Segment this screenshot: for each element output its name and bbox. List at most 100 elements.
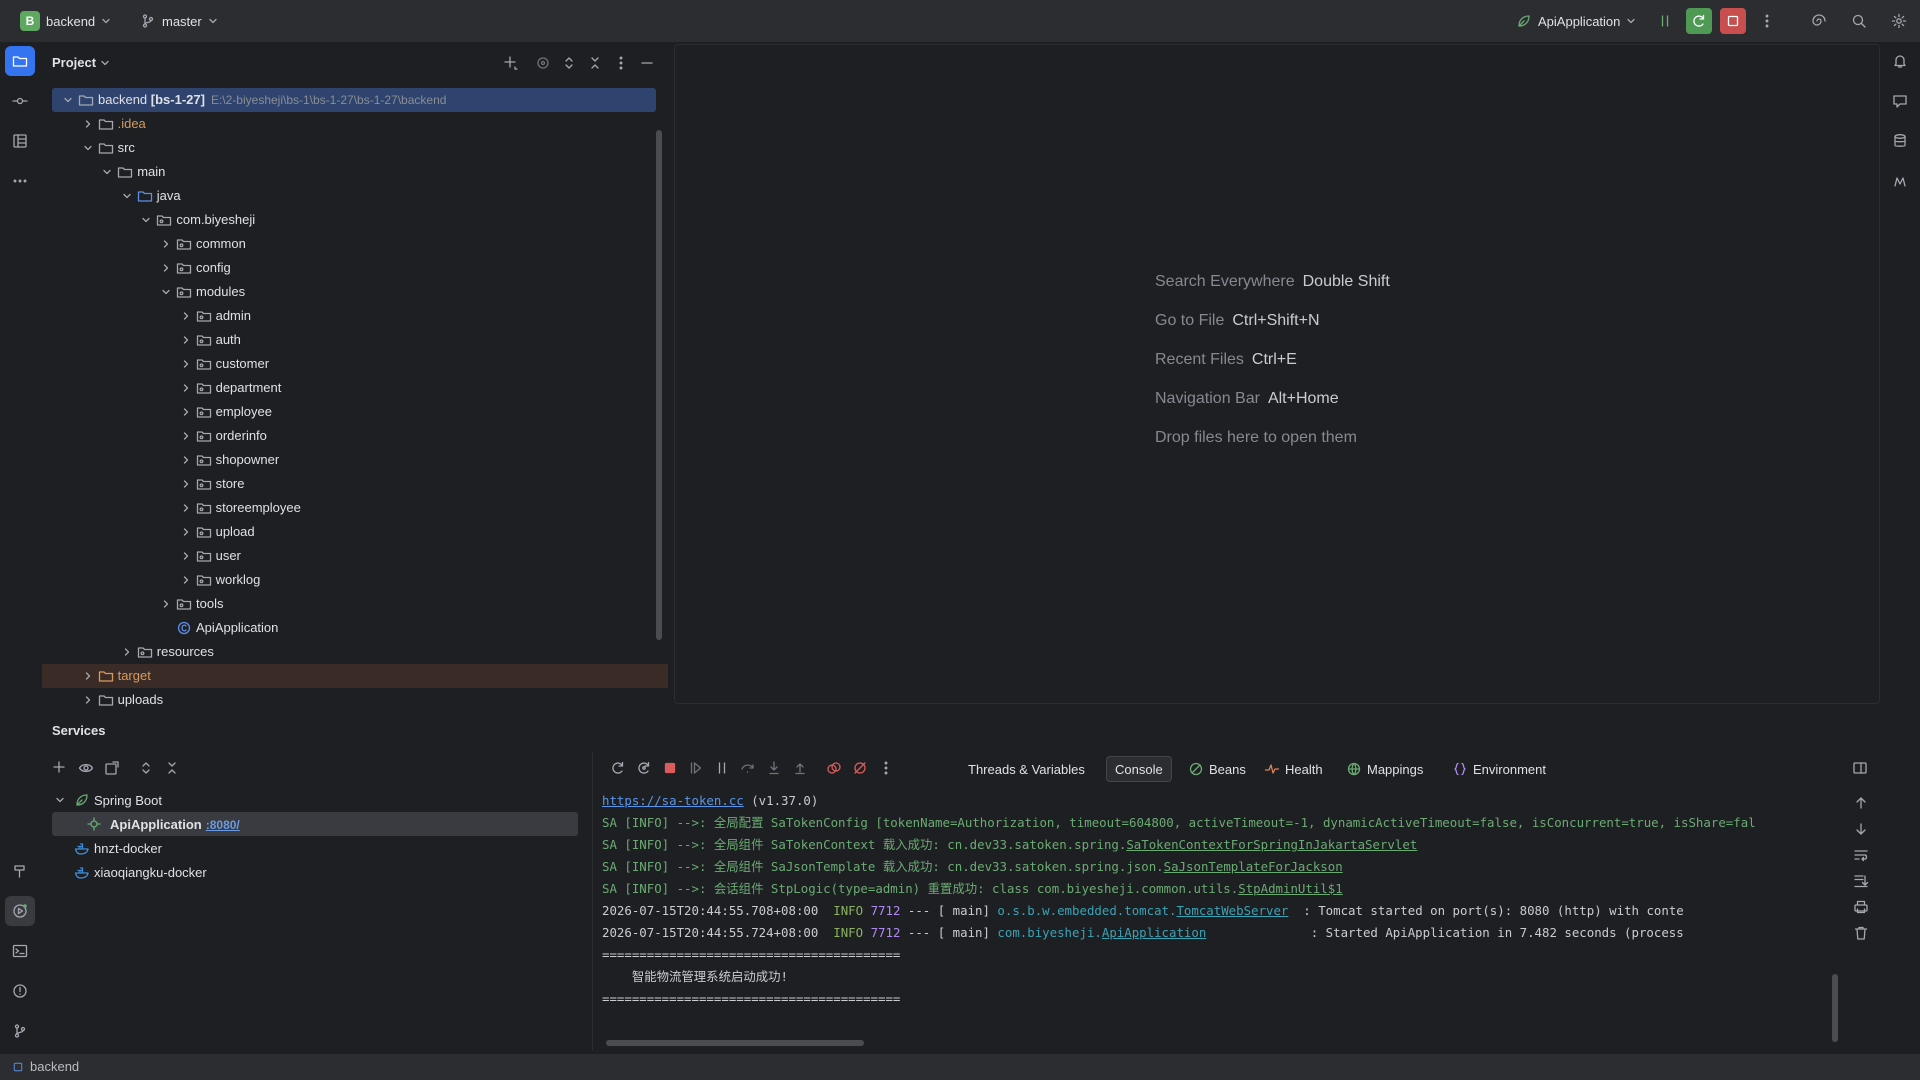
- database-button[interactable]: [1885, 126, 1915, 156]
- chevron-down-icon[interactable]: [62, 94, 74, 106]
- tab-health[interactable]: Health: [1256, 756, 1331, 782]
- tab-environment[interactable]: Environment: [1444, 756, 1554, 782]
- chevron-down-icon[interactable]: [82, 142, 94, 154]
- console-class-link[interactable]: ApiApplication: [1102, 925, 1206, 940]
- git-tool-button[interactable]: [5, 1016, 35, 1046]
- chevron-right-icon[interactable]: [82, 694, 94, 706]
- layout-settings-button[interactable]: [1850, 758, 1870, 778]
- project-view-selector[interactable]: Project: [52, 55, 110, 70]
- expand-all-button[interactable]: [560, 54, 578, 72]
- chevron-right-icon[interactable]: [82, 118, 94, 130]
- project-options-button[interactable]: [612, 54, 630, 72]
- scroll-down-button[interactable]: [1852, 820, 1870, 838]
- services-tool-button[interactable]: [5, 896, 35, 926]
- commit-tool-button[interactable]: [5, 86, 35, 116]
- search-button[interactable]: [1846, 8, 1872, 34]
- services-splitter[interactable]: [592, 752, 593, 1050]
- pause-button[interactable]: [1652, 8, 1678, 34]
- services-group-spring-boot[interactable]: Spring Boot: [42, 788, 590, 812]
- expand-all-services-button[interactable]: [136, 758, 156, 778]
- structure-tool-button[interactable]: [5, 126, 35, 156]
- resume-button[interactable]: [686, 758, 706, 778]
- breadcrumb[interactable]: backend: [12, 1059, 79, 1074]
- run-config-selector[interactable]: ApiApplication: [1516, 9, 1636, 33]
- terminal-tool-button[interactable]: [5, 936, 35, 966]
- tree-node-storeemployee[interactable]: storeemployee: [42, 496, 668, 520]
- chevron-right-icon[interactable]: [82, 670, 94, 682]
- collapse-all-services-button[interactable]: [162, 758, 182, 778]
- tree-node-shopowner[interactable]: shopowner: [42, 448, 668, 472]
- tree-node-config[interactable]: config: [42, 256, 668, 280]
- chevron-right-icon[interactable]: [180, 430, 192, 442]
- tree-node-java[interactable]: java: [42, 184, 668, 208]
- tree-node-tools[interactable]: tools: [42, 592, 668, 616]
- chevron-right-icon[interactable]: [160, 238, 172, 250]
- ai-assistant-button[interactable]: [1806, 8, 1832, 34]
- console-horizontal-scrollbar[interactable]: [606, 1040, 864, 1046]
- update-app-button[interactable]: [634, 758, 654, 778]
- tree-node-resources[interactable]: resources: [42, 640, 668, 664]
- problems-tool-button[interactable]: [5, 976, 35, 1006]
- project-tool-button[interactable]: [5, 46, 35, 76]
- chevron-right-icon[interactable]: [180, 454, 192, 466]
- tree-node-src[interactable]: src: [42, 136, 668, 160]
- tree-node-worklog[interactable]: worklog: [42, 568, 668, 592]
- tree-node-auth[interactable]: auth: [42, 328, 668, 352]
- chevron-down-icon[interactable]: [140, 214, 152, 226]
- hide-panel-button[interactable]: [638, 54, 656, 72]
- more-tools-button[interactable]: [5, 166, 35, 196]
- step-out-button[interactable]: [790, 758, 810, 778]
- chevron-right-icon[interactable]: [180, 550, 192, 562]
- services-app-port-link[interactable]: :8080/: [206, 818, 240, 832]
- tree-node-target[interactable]: target: [42, 664, 668, 688]
- ai-chat-button[interactable]: [1885, 86, 1915, 116]
- editor-empty-area[interactable]: Search Everywhere Double Shift Go to File…: [674, 44, 1880, 704]
- console-vertical-scrollbar[interactable]: [1832, 974, 1838, 1042]
- project-switcher[interactable]: B backend: [20, 9, 111, 33]
- tab-console[interactable]: Console: [1106, 756, 1172, 782]
- console-output[interactable]: https://sa-token.cc (v1.37.0) SA [INFO] …: [602, 790, 1842, 1032]
- chevron-right-icon[interactable]: [180, 478, 192, 490]
- console-class-link[interactable]: TomcatWebServer: [1176, 903, 1288, 918]
- collapse-all-button[interactable]: [586, 54, 604, 72]
- tree-node-main[interactable]: main: [42, 160, 668, 184]
- chevron-right-icon[interactable]: [180, 310, 192, 322]
- stop-button[interactable]: [660, 758, 680, 778]
- tree-node-store[interactable]: store: [42, 472, 668, 496]
- tree-node-customer[interactable]: customer: [42, 352, 668, 376]
- tree-node-uploads[interactable]: uploads: [42, 688, 668, 712]
- chevron-right-icon[interactable]: [180, 358, 192, 370]
- tree-node-admin[interactable]: admin: [42, 304, 668, 328]
- chevron-right-icon[interactable]: [121, 646, 133, 658]
- soft-wrap-button[interactable]: [1852, 846, 1870, 864]
- console-class-link[interactable]: StpAdminUtil$1: [1238, 881, 1342, 896]
- branch-switcher[interactable]: master: [140, 9, 218, 33]
- console-class-link[interactable]: SaTokenContextForSpringInJakartaServlet: [1126, 837, 1417, 852]
- services-item-hnzt-docker[interactable]: hnzt-docker: [42, 836, 590, 860]
- view-breakpoints-button[interactable]: [824, 758, 844, 778]
- chevron-right-icon[interactable]: [180, 574, 192, 586]
- rerun-button[interactable]: [608, 758, 628, 778]
- chevron-right-icon[interactable]: [180, 502, 192, 514]
- rerun-button[interactable]: [1686, 8, 1712, 34]
- chevron-down-icon[interactable]: [121, 190, 133, 202]
- print-button[interactable]: [1852, 898, 1870, 916]
- step-over-button[interactable]: [738, 758, 758, 778]
- chevron-down-icon[interactable]: [160, 286, 172, 298]
- project-tree-scrollbar[interactable]: [656, 130, 662, 640]
- stop-button[interactable]: [1720, 8, 1746, 34]
- settings-button[interactable]: [1886, 8, 1912, 34]
- console-class-link[interactable]: SaJsonTemplateForJackson: [1164, 859, 1343, 874]
- chevron-right-icon[interactable]: [180, 406, 192, 418]
- tree-node-common[interactable]: common: [42, 232, 668, 256]
- tab-threads-variables[interactable]: Threads & Variables: [960, 756, 1093, 782]
- new-tab-button[interactable]: [102, 758, 122, 778]
- new-file-button[interactable]: [502, 54, 520, 72]
- maven-button[interactable]: [1885, 166, 1915, 196]
- services-item-xiaoqiangku-docker[interactable]: xiaoqiangku-docker: [42, 860, 590, 884]
- chevron-right-icon[interactable]: [180, 382, 192, 394]
- chevron-down-icon[interactable]: [101, 166, 113, 178]
- scroll-up-button[interactable]: [1852, 794, 1870, 812]
- pause-button[interactable]: [712, 758, 732, 778]
- locate-file-button[interactable]: [534, 54, 552, 72]
